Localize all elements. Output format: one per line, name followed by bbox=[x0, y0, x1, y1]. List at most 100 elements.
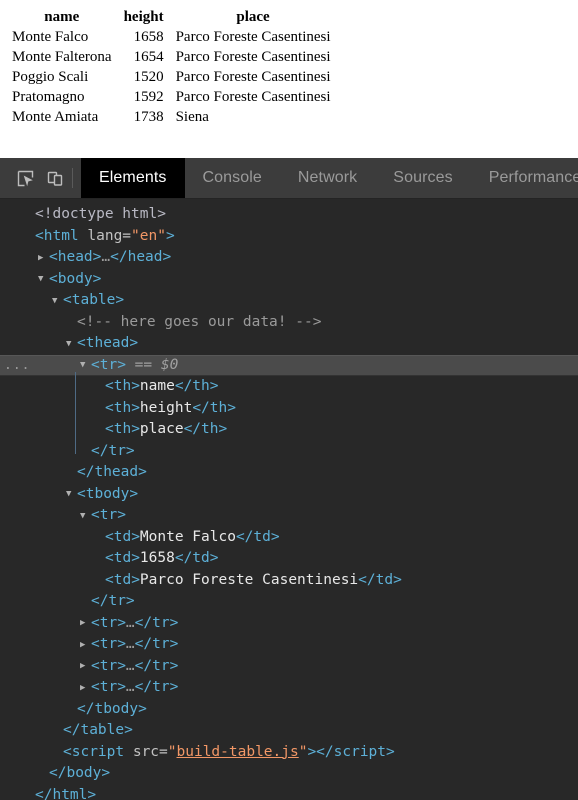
table-row: Monte Amiata 1738 Siena bbox=[6, 108, 337, 128]
dom-node-row[interactable]: ... <tr> == $0 bbox=[0, 354, 578, 377]
table-cell: Monte Falco bbox=[12, 29, 89, 45]
dom-token: <body> bbox=[49, 270, 102, 287]
table-cell: 1520 bbox=[133, 69, 164, 85]
table-cell: 1658 bbox=[133, 29, 164, 45]
dom-node-row[interactable]: </table> bbox=[0, 720, 578, 742]
dom-token: > bbox=[165, 227, 175, 244]
chevron-down-icon[interactable] bbox=[80, 355, 91, 377]
dom-token: <tr> bbox=[91, 636, 126, 652]
node-overflow-marker[interactable]: ... bbox=[4, 355, 30, 377]
table-cell: Parco Foreste Casentinesi bbox=[175, 89, 331, 105]
comment-node: <!-- here goes our data! --> bbox=[77, 313, 322, 330]
dom-token: </th> bbox=[183, 421, 228, 437]
dom-node-row[interactable]: <tr>…</tr> bbox=[0, 656, 578, 678]
dom-token: </tbody> bbox=[77, 700, 147, 717]
dom-node-row[interactable]: <tr>…</tr> bbox=[0, 613, 578, 635]
page-viewport: name height place Monte Falco 1658 Parco For… bbox=[0, 0, 578, 158]
dom-node-row[interactable]: <tr>…</tr> bbox=[0, 677, 578, 699]
dom-node-row[interactable]: <script src="build-table.js"></script> bbox=[0, 742, 578, 764]
chevron-right-icon[interactable] bbox=[80, 635, 91, 657]
dom-token: </td> bbox=[235, 528, 280, 545]
twisty-placeholder bbox=[94, 420, 105, 442]
dom-node-row[interactable]: <head>…</head> bbox=[0, 247, 578, 269]
twisty-placeholder bbox=[66, 463, 77, 485]
dom-token: <th> bbox=[105, 421, 140, 437]
chevron-down-icon[interactable] bbox=[66, 334, 77, 356]
device-toolbar-icon[interactable] bbox=[40, 164, 70, 192]
dom-token: </thead> bbox=[77, 464, 147, 480]
dom-token: <tr> bbox=[91, 679, 126, 695]
dom-node-row[interactable]: </tbody> bbox=[0, 699, 578, 721]
inspect-element-icon[interactable] bbox=[10, 164, 40, 192]
dom-token: </th> bbox=[174, 378, 219, 394]
chevron-down-icon[interactable] bbox=[52, 291, 63, 313]
twisty-placeholder bbox=[94, 570, 105, 592]
dom-node-row[interactable]: </thead> bbox=[0, 462, 578, 484]
dom-node-row[interactable]: <!doctype html> bbox=[0, 204, 578, 226]
dom-token: src= bbox=[132, 743, 168, 760]
dom-token: </td> bbox=[358, 571, 402, 588]
table-row: Monte Falterona 1654 Parco Foreste Casenti… bbox=[6, 48, 337, 68]
devtools-tab-bar: Elements Console Network Sources Performance bbox=[81, 158, 578, 198]
dom-node-row[interactable]: <table> bbox=[0, 290, 578, 312]
mountains-table-body: Monte Falco 1658 Parco Foreste Casentinesi… bbox=[6, 28, 337, 128]
chevron-down-icon[interactable] bbox=[38, 269, 49, 291]
tab-console[interactable]: Console bbox=[185, 158, 280, 198]
devtools-toolbar: Elements Console Network Sources Performance bbox=[0, 158, 578, 199]
tab-elements[interactable]: Elements bbox=[81, 158, 185, 198]
twisty-placeholder bbox=[94, 527, 105, 549]
dom-token: </tr> bbox=[91, 593, 135, 609]
dom-token: <td> bbox=[105, 571, 140, 588]
dom-node-row[interactable]: <body> bbox=[0, 269, 578, 291]
mountains-table-head: name height place bbox=[6, 8, 337, 28]
dom-token: <table> bbox=[63, 292, 125, 308]
dom-node-row[interactable]: <th>place</th> bbox=[0, 419, 578, 441]
chevron-down-icon[interactable] bbox=[80, 506, 91, 528]
script-src-link[interactable]: build-table.js bbox=[177, 744, 299, 760]
dom-token: <html bbox=[35, 227, 88, 244]
chevron-right-icon[interactable] bbox=[38, 248, 49, 270]
tab-performance[interactable]: Performance bbox=[471, 158, 578, 198]
dom-node-row[interactable]: <tr>…</tr> bbox=[0, 634, 578, 656]
twisty-placeholder bbox=[52, 721, 63, 743]
dom-token: </head> bbox=[110, 249, 172, 265]
tab-sources[interactable]: Sources bbox=[375, 158, 470, 198]
tab-network[interactable]: Network bbox=[280, 158, 375, 198]
table-cell: Monte Falterona bbox=[12, 49, 112, 65]
dom-node-row[interactable]: <html lang="en"> bbox=[0, 226, 578, 248]
indent-guide-line bbox=[75, 372, 76, 454]
dom-token: <td> bbox=[105, 550, 140, 566]
dom-node-row[interactable]: <!-- here goes our data! --> bbox=[0, 312, 578, 334]
dom-token: lang= bbox=[87, 227, 132, 244]
dom-node-row[interactable]: </tr> bbox=[0, 441, 578, 463]
dom-node-row[interactable]: <th>name</th> bbox=[0, 376, 578, 398]
dom-token: <th> bbox=[105, 378, 140, 394]
dom-tree-view[interactable]: <!doctype html><html lang="en"><head>…</… bbox=[0, 199, 578, 800]
twisty-placeholder bbox=[66, 699, 77, 721]
chevron-right-icon[interactable] bbox=[80, 678, 91, 700]
dom-text-node: place bbox=[139, 421, 184, 437]
dom-node-row[interactable]: <td>1658</td> bbox=[0, 548, 578, 570]
dom-node-row[interactable]: <th>height</th> bbox=[0, 398, 578, 420]
dom-node-row[interactable]: <td>Monte Falco</td> bbox=[0, 527, 578, 549]
chevron-right-icon[interactable] bbox=[80, 613, 91, 635]
chevron-down-icon[interactable] bbox=[66, 484, 77, 506]
dom-token: </tr> bbox=[134, 679, 179, 695]
table-cell: Poggio Scali bbox=[12, 69, 89, 85]
dom-node-row[interactable]: </body> bbox=[0, 763, 578, 785]
dom-node-row[interactable]: <tbody> bbox=[0, 484, 578, 506]
dom-token: </html> bbox=[35, 786, 97, 800]
dom-token: " bbox=[167, 743, 177, 760]
chevron-right-icon[interactable] bbox=[80, 656, 91, 678]
dom-text-node: 1658 bbox=[139, 550, 175, 566]
dom-token: </table> bbox=[63, 722, 133, 738]
dom-node-row[interactable]: <tr> bbox=[0, 505, 578, 527]
table-row: Monte Falco 1658 Parco Foreste Casentinesi bbox=[6, 28, 337, 48]
dom-node-row[interactable]: <td>Parco Foreste Casentinesi</td> bbox=[0, 570, 578, 592]
dom-token: <thead> bbox=[77, 335, 139, 351]
dom-node-row[interactable]: <thead> bbox=[0, 333, 578, 355]
dom-node-row[interactable]: </tr> bbox=[0, 591, 578, 613]
dom-token: </tr> bbox=[91, 442, 135, 459]
dom-text-node: Monte Falco bbox=[139, 528, 236, 545]
dom-node-row[interactable]: </html> bbox=[0, 785, 578, 800]
